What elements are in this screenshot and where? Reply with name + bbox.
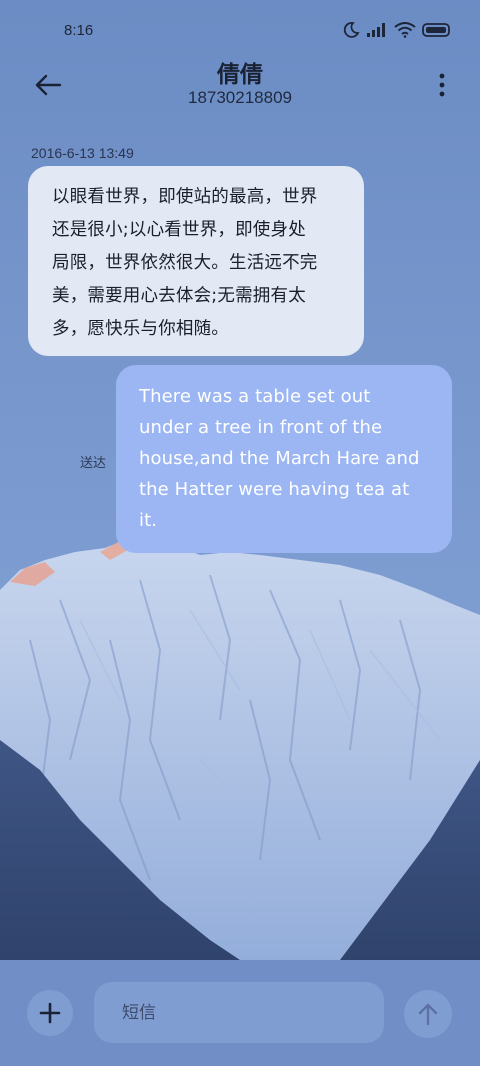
more-vertical-icon [439, 73, 445, 97]
message-line: the Hatter were having tea at [139, 479, 410, 500]
moon-icon [343, 22, 360, 38]
messaging-screen: 8:16 倩倩 18730218809 2016-6-13 13:49 以眼看世… [0, 0, 480, 1066]
sms-input[interactable] [94, 982, 384, 1043]
arrow-up-icon [418, 1003, 438, 1026]
signal-icon [367, 23, 385, 37]
message-line: There was a table set out [139, 386, 371, 407]
message-line: 美，需要用心去体会;无需拥有太 [52, 286, 306, 306]
send-button[interactable] [404, 990, 452, 1038]
status-bar: 8:16 [0, 0, 480, 60]
message-line: house,and the March Hare and [139, 448, 420, 469]
message-line: under a tree in front of the [139, 417, 383, 438]
message-line: 多，愿快乐与你相随。 [52, 319, 229, 339]
message-line: it. [139, 510, 158, 531]
composer-bar [0, 960, 480, 1066]
status-time: 8:16 [64, 22, 94, 39]
battery-icon [422, 23, 450, 37]
more-options-button[interactable] [432, 67, 452, 103]
contact-name: 倩倩 [217, 62, 263, 88]
wifi-icon [394, 22, 416, 38]
contact-number: 18730218809 [187, 88, 292, 107]
message-line: 局限，世界依然很大。生活远不完 [52, 253, 318, 273]
delivery-status: 送达 [80, 456, 107, 471]
incoming-message-bubble[interactable]: 以眼看世界，即使站的最高，世界 还是很小;以心看世界，即使身处 局限，世界依然很… [28, 166, 364, 356]
conversation-header: 倩倩 18730218809 [0, 55, 480, 115]
plus-icon [39, 1002, 61, 1024]
status-icons [342, 21, 452, 39]
outgoing-message-bubble[interactable]: There was a table set out under a tree i… [116, 365, 452, 553]
message-line: 还是很小;以心看世界，即使身处 [52, 220, 306, 240]
message-timestamp: 2016-6-13 13:49 [31, 145, 134, 161]
message-line: 以眼看世界，即使站的最高，世界 [52, 187, 318, 207]
add-attachment-button[interactable] [27, 990, 73, 1036]
